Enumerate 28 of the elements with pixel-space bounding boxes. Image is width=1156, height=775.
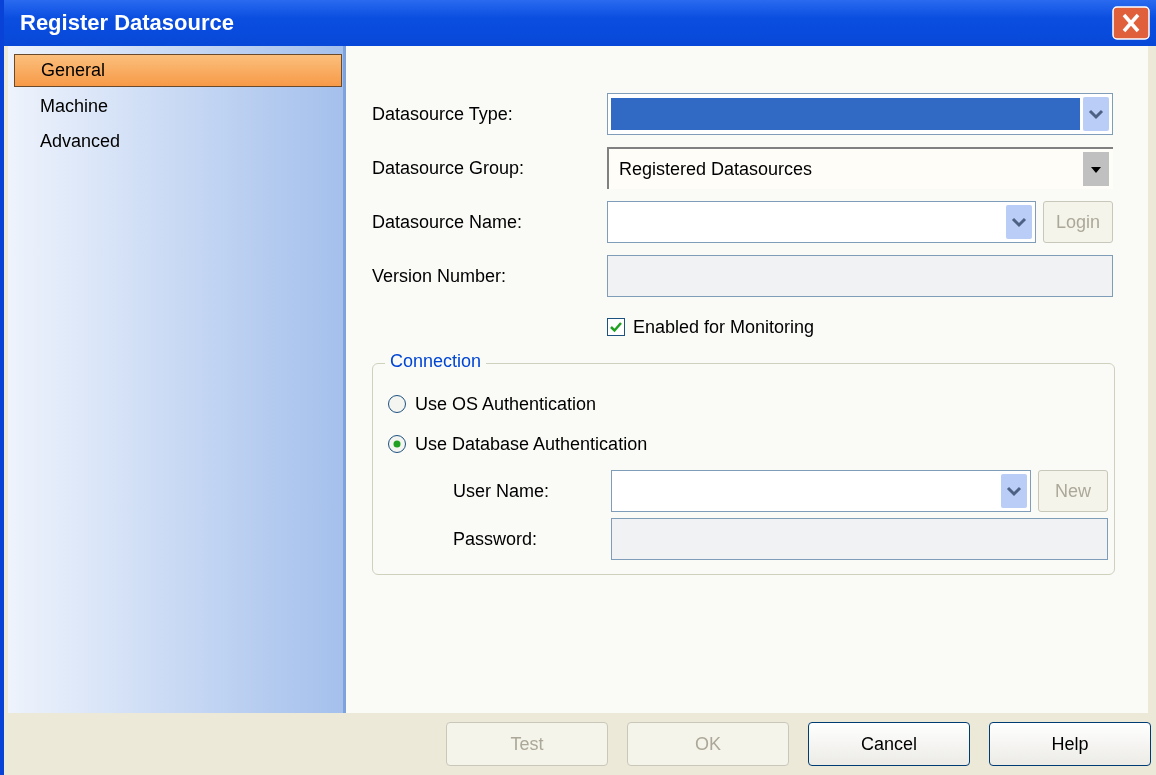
chevron-down-icon[interactable] xyxy=(1083,97,1109,131)
window-title: Register Datasource xyxy=(20,10,234,36)
sidebar-item[interactable]: Advanced xyxy=(14,126,340,157)
combo-field[interactable] xyxy=(611,470,1031,512)
dropdown-value: Registered Datasources xyxy=(619,158,813,180)
chevron-down-icon[interactable] xyxy=(1006,205,1032,239)
chevron-down-icon[interactable] xyxy=(1001,474,1027,508)
close-icon[interactable] xyxy=(1112,6,1150,40)
field-label: Datasource Group: xyxy=(372,157,526,179)
dialog-button[interactable]: Cancel xyxy=(808,722,970,766)
field-label: Version Number: xyxy=(372,265,508,287)
dropdown-field[interactable]: Registered Datasources xyxy=(607,147,1113,189)
checkbox-icon[interactable] xyxy=(607,318,625,336)
radio-label: Use OS Authentication xyxy=(415,393,597,415)
field-label: Datasource Type: xyxy=(372,103,514,125)
sidebar-item[interactable]: Machine xyxy=(14,91,340,122)
combo-field[interactable] xyxy=(607,93,1113,135)
radio-option[interactable]: Use Database Authentication xyxy=(387,424,1108,464)
field-label: Password: xyxy=(453,528,539,550)
radio-label: Use Database Authentication xyxy=(415,433,648,455)
field-label: Datasource Name: xyxy=(372,211,524,233)
radio-icon[interactable] xyxy=(387,434,407,454)
radio-option[interactable]: Use OS Authentication xyxy=(387,384,1108,424)
field-label: User Name: xyxy=(453,480,551,502)
dialog-button[interactable]: Help xyxy=(989,722,1151,766)
combo-field[interactable] xyxy=(607,201,1036,243)
radio-icon[interactable] xyxy=(387,394,407,414)
sidebar-item[interactable]: General xyxy=(14,54,342,87)
